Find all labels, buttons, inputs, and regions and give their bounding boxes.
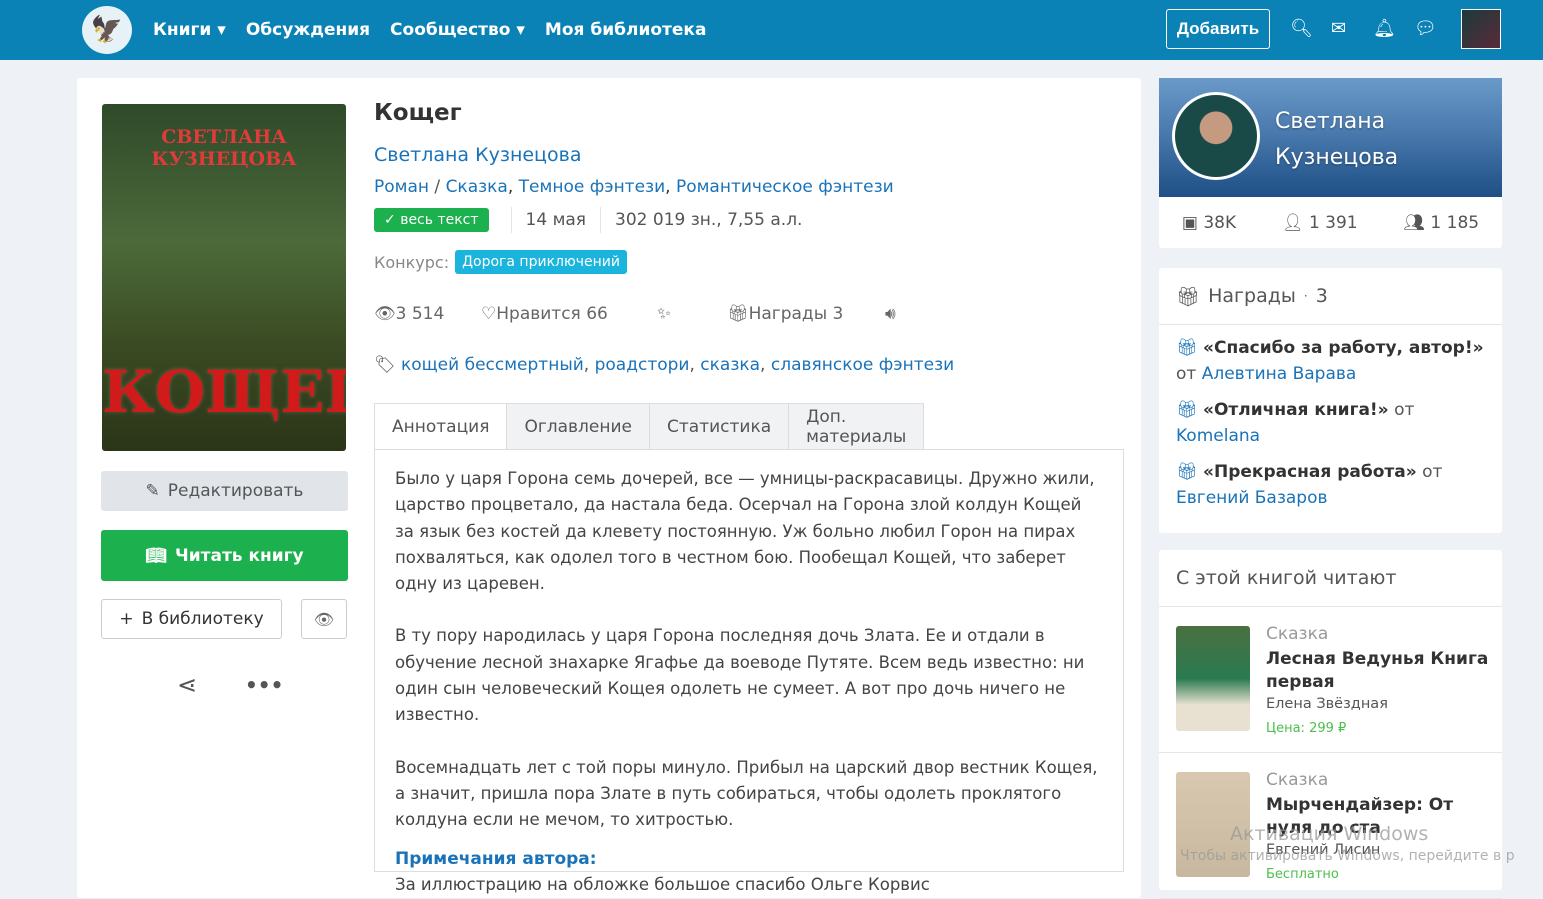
books-count: ▣ 38K: [1181, 212, 1237, 233]
book-title: Кощег: [374, 100, 462, 126]
plus-icon: +: [119, 609, 134, 629]
award-item: 🎁︎ «Отличная книга!» от Komelana: [1176, 400, 1415, 446]
cover-author: СВЕТЛАНА КУЗНЕЦОВА: [151, 126, 297, 170]
awards-card: 🎁︎ Награды · 3 🎁︎ «Спасибо за работу, автор…: [1159, 268, 1502, 533]
annotation-text: Восемнадцать лет с той поры минуло. Приб…: [395, 757, 1098, 830]
views: 👁︎ 3 514: [374, 304, 445, 324]
tags: 🏷︎ кощей бессмертный, роадстори, сказка,…: [374, 355, 955, 375]
tab-statistics[interactable]: Статистика: [650, 403, 790, 450]
book-icon: 📖︎: [145, 545, 167, 566]
book-genre: Сказка: [1266, 770, 1329, 790]
tab-contents[interactable]: Оглавление: [507, 403, 650, 450]
more-icon[interactable]: •••: [245, 673, 283, 697]
book-price: Бесплатно: [1266, 867, 1339, 882]
tag-link[interactable]: сказка: [700, 355, 760, 375]
watch-button[interactable]: 👁︎: [301, 599, 347, 639]
cover-title: КОЩЕГ: [102, 358, 346, 426]
tag-icon: 🏷︎: [374, 355, 396, 375]
status-badge: ✓ весь текст: [374, 208, 489, 232]
annotation-text: В ту пору народилась у царя Горона после…: [395, 626, 1085, 725]
site-logo[interactable]: 🦅: [82, 6, 132, 54]
search-icon[interactable]: 🔍︎: [1290, 18, 1313, 39]
tag-link[interactable]: роадстори: [595, 355, 690, 375]
book-price: Цена: 299 ₽: [1266, 721, 1347, 736]
tag-link[interactable]: кощей бессмертный: [401, 355, 584, 375]
award-giver[interactable]: Евгений Базаров: [1176, 488, 1328, 508]
add-to-library-button[interactable]: + В библиотеку: [101, 599, 282, 639]
chat-icon[interactable]: 💬︎: [1414, 18, 1437, 39]
user-avatar[interactable]: [1461, 9, 1501, 49]
genre-link[interactable]: Романтическое фэнтези: [676, 177, 894, 197]
nav-discussions[interactable]: Обсуждения: [246, 20, 370, 40]
tab-extra[interactable]: Доп. материалы: [789, 403, 925, 450]
genre-link[interactable]: Роман: [374, 177, 429, 197]
book-size: 302 019 зн., 7,55 а.л.: [615, 210, 803, 230]
nav-my-library[interactable]: Моя библиотека: [545, 20, 707, 40]
nav-books[interactable]: Книги ▾: [153, 20, 226, 40]
windows-activation-watermark: Активация Windows: [1230, 823, 1429, 845]
book-card: СВЕТЛАНА КУЗНЕЦОВА КОЩЕГ ✎ Редактировать …: [77, 78, 1141, 898]
speaker-icon[interactable]: 🔊︎: [885, 304, 896, 324]
annotation-text: Было у царя Горона семь дочерей, все — у…: [395, 469, 1095, 594]
book-item[interactable]: Сказка Лесная Ведунья Книга первая Елена…: [1159, 607, 1502, 753]
read-book-button[interactable]: 📖︎ Читать книгу: [101, 530, 348, 581]
award-giver[interactable]: Алевтина Варава: [1202, 364, 1357, 384]
author-name[interactable]: Светлана Кузнецова: [1275, 104, 1398, 176]
windows-activation-hint: Чтобы активировать Windows, перейдите в …: [1180, 848, 1515, 864]
book-author[interactable]: Светлана Кузнецова: [374, 144, 581, 166]
gift-icon: 🎁︎: [1176, 285, 1201, 308]
tab-annotation[interactable]: Аннотация: [374, 403, 508, 450]
edit-label: Редактировать: [167, 481, 304, 501]
followers-count: 👤︎ 1 391: [1281, 212, 1358, 233]
also-reading-title: С этой книгой читают: [1159, 550, 1502, 607]
like-button[interactable]: ♡ Нравится 66: [481, 304, 608, 324]
mail-icon[interactable]: ✉: [1331, 18, 1346, 39]
bell-icon[interactable]: 🔔︎: [1373, 18, 1396, 39]
publish-date: 14 мая: [525, 210, 587, 230]
award-item: 🎁︎ «Спасибо за работу, автор!» от Алевти…: [1176, 338, 1484, 384]
contest-label: Конкурс:: [374, 252, 450, 272]
award-item: 🎁︎ «Прекрасная работа» от Евгений Базаро…: [1176, 462, 1443, 508]
book-author[interactable]: Елена Звёздная: [1266, 696, 1388, 712]
contest-badge[interactable]: Дорога приключений: [455, 250, 627, 274]
author-card: Светлана Кузнецова ▣ 38K 👤︎ 1 391 👥︎ 1 18…: [1159, 78, 1502, 248]
awards-count: 3: [1315, 285, 1328, 307]
awards-button[interactable]: 🎁︎ Награды 3: [727, 304, 843, 324]
eye-icon: 👁︎: [313, 609, 335, 629]
read-label: Читать книгу: [174, 545, 304, 566]
genre-link[interactable]: Сказка: [446, 177, 508, 197]
award-giver[interactable]: Komelana: [1176, 426, 1260, 446]
share-icon[interactable]: ⋖: [177, 671, 197, 699]
tag-link[interactable]: славянское фэнтези: [771, 355, 954, 375]
author-notes-title: Примечания автора:: [395, 848, 597, 869]
edit-button[interactable]: ✎ Редактировать: [101, 471, 348, 511]
add-button[interactable]: Добавить: [1166, 9, 1270, 49]
book-cover[interactable]: СВЕТЛАНА КУЗНЕЦОВА КОЩЕГ: [102, 104, 346, 451]
book-genre: Сказка: [1266, 624, 1329, 644]
genres: Роман / Сказка, Темное фэнтези, Романтич…: [374, 177, 894, 197]
friends-count: 👥︎ 1 185: [1403, 212, 1480, 233]
library-label: В библиотеку: [141, 609, 264, 629]
genre-link[interactable]: Темное фэнтези: [519, 177, 665, 197]
annotation-panel: Было у царя Горона семь дочерей, все — у…: [374, 449, 1124, 894]
book-thumb[interactable]: [1176, 626, 1250, 731]
book-name[interactable]: Лесная Ведунья Книга первая: [1266, 648, 1491, 694]
pencil-icon: ✎: [145, 481, 160, 501]
awards-title: Награды: [1208, 285, 1296, 307]
author-avatar[interactable]: [1172, 92, 1260, 180]
top-nav: 🦅 Книги ▾ Обсуждения Сообщество ▾ Моя би…: [0, 0, 1543, 60]
sparkle-icon[interactable]: ✨︎: [657, 304, 671, 324]
nav-community[interactable]: Сообщество ▾: [390, 20, 525, 40]
author-notes: За иллюстрацию на обложке большое спасиб…: [395, 874, 930, 894]
